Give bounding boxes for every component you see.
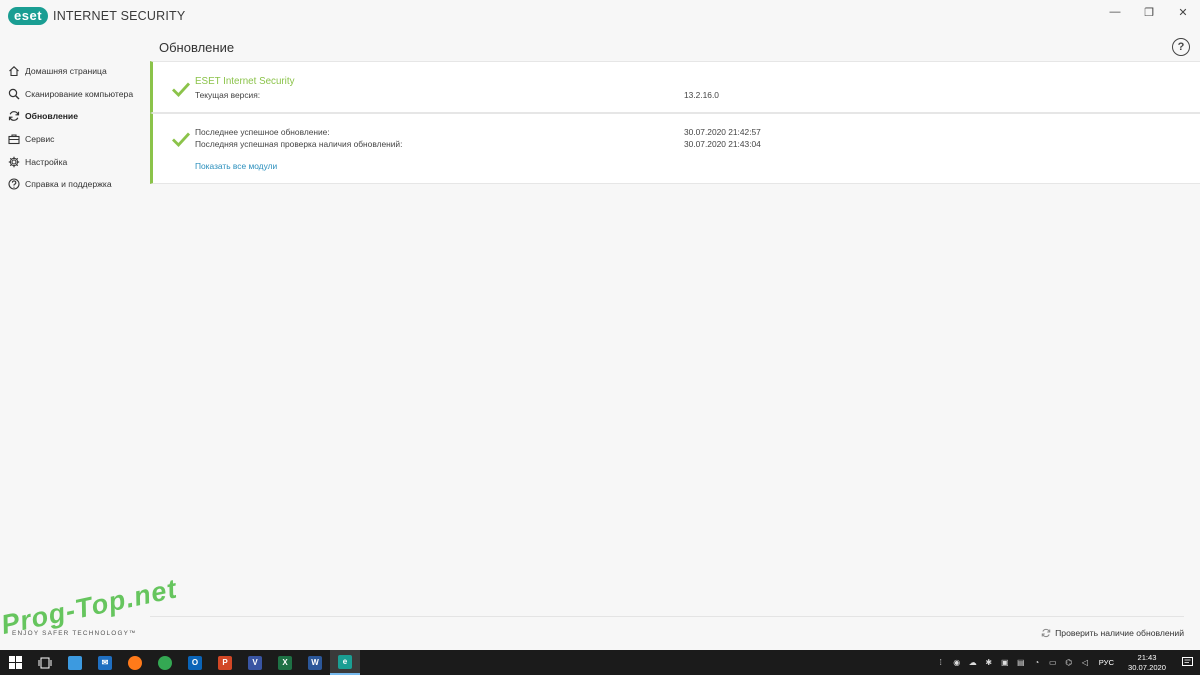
- windows-icon: [8, 656, 22, 669]
- update-status-panel: Последнее успешное обновление: 30.07.202…: [150, 113, 1200, 184]
- sidebar-item-help[interactable]: Справка и поддержка: [0, 173, 150, 196]
- sidebar-item-update[interactable]: Обновление: [0, 105, 150, 128]
- tray-eset-icon[interactable]: ◉: [950, 656, 963, 669]
- tray-battery-icon[interactable]: ▭: [1046, 656, 1059, 669]
- tray-app2-icon[interactable]: ◔: [1030, 656, 1043, 669]
- sidebar-item-label: Настройка: [25, 156, 68, 167]
- taskbar: ✉ O P V X We ⁞ ◉ ☁ ✱ ▣ ▤ ◔ ▭ ⌬ ◁ РУС 21:43 30…: [0, 650, 1200, 675]
- sidebar-item-home[interactable]: Домашняя страница: [0, 60, 150, 83]
- sidebar-nav: Домашняя страница Сканирование компьютер…: [0, 60, 150, 196]
- eset-logo-badge: eset: [8, 7, 49, 25]
- sidebar-item-label: Домашняя страница: [25, 66, 107, 77]
- last-update-label: Последнее успешное обновление:: [195, 127, 330, 137]
- sidebar-item-tools[interactable]: Сервис: [0, 128, 150, 151]
- sidebar-item-label: Справка и поддержка: [25, 179, 112, 190]
- page-title: Обновление: [159, 40, 235, 55]
- mail-app-button[interactable]: ✉: [90, 650, 120, 675]
- help-icon: [7, 178, 20, 191]
- system-tray: ⁞ ◉ ☁ ✱ ▣ ▤ ◔ ▭ ⌬ ◁ РУС 21:43 30.07.2020: [933, 650, 1200, 675]
- chrome-app-icon: [158, 655, 172, 670]
- product-name: ESET Internet Security: [195, 76, 295, 87]
- sidebar-item-setup[interactable]: Настройка: [0, 150, 150, 173]
- sidebar-item-label: Сканирование компьютера: [25, 88, 134, 99]
- last-check-label: Последняя успешная проверка наличия обно…: [195, 139, 403, 149]
- app-title: INTERNET SECURITY: [53, 9, 186, 23]
- notification-center-button[interactable]: [1174, 650, 1200, 675]
- language-indicator[interactable]: РУС: [1099, 658, 1114, 667]
- start-button[interactable]: [0, 650, 30, 675]
- briefcase-icon: [7, 133, 20, 146]
- checkmark-icon: [172, 82, 191, 97]
- eset-app-icon: e: [338, 654, 352, 669]
- version-label: Текущая версия:: [195, 90, 261, 100]
- outlook-app-icon: O: [188, 655, 202, 670]
- version-value: 13.2.16.0: [684, 90, 719, 100]
- explorer-app-button[interactable]: [60, 650, 90, 675]
- visio-app-icon: V: [248, 655, 262, 670]
- excel-app-icon: X: [278, 655, 292, 670]
- clock-date: 30.07.2020: [1127, 662, 1166, 672]
- check-updates-label: Проверить наличие обновлений: [1055, 628, 1184, 638]
- chrome-app-button[interactable]: [150, 650, 180, 675]
- notification-icon: [1181, 657, 1193, 666]
- task-view-button[interactable]: [30, 650, 60, 675]
- explorer-app-icon: [68, 655, 82, 670]
- close-button[interactable]: ✕: [1166, 0, 1200, 24]
- home-icon: [7, 65, 20, 78]
- word-app-button[interactable]: W: [300, 650, 330, 675]
- tray-display-icon[interactable]: ▣: [998, 656, 1011, 669]
- restore-button[interactable]: ❐: [1132, 0, 1166, 24]
- clock-time: 21:43: [1137, 652, 1157, 662]
- outlook-app-button[interactable]: O: [180, 650, 210, 675]
- last-check-value: 30.07.2020 21:43:04: [684, 139, 761, 149]
- tray-bluetooth-icon[interactable]: ✱: [982, 656, 995, 669]
- refresh-icon: [7, 110, 20, 123]
- check-updates-button[interactable]: Проверить наличие обновлений: [1041, 628, 1184, 638]
- task-view-icon: [38, 657, 52, 668]
- word-app-icon: W: [308, 655, 322, 670]
- firefox-app-icon: [128, 655, 142, 670]
- powerpoint-app-icon: P: [218, 655, 232, 670]
- tray-app-icon[interactable]: ⁞: [934, 656, 947, 669]
- checkmark-icon: [172, 132, 191, 147]
- tray-cloud-icon[interactable]: ☁: [966, 656, 979, 669]
- gear-icon: [7, 155, 20, 168]
- show-modules-link[interactable]: Показать все модули: [195, 161, 277, 171]
- search-icon: [7, 87, 20, 100]
- sidebar-item-scan[interactable]: Сканирование компьютера: [0, 83, 150, 106]
- last-update-value: 30.07.2020 21:42:57: [684, 127, 761, 137]
- excel-app-button[interactable]: X: [270, 650, 300, 675]
- help-button[interactable]: ?: [1172, 38, 1190, 56]
- product-status-panel: ESET Internet Security Текущая версия: 1…: [150, 61, 1200, 113]
- footer-divider: [150, 616, 1184, 617]
- powerpoint-app-button[interactable]: P: [210, 650, 240, 675]
- clock[interactable]: 21:43 30.07.2020: [1128, 653, 1166, 673]
- app-logo: eset INTERNET SECURITY: [8, 6, 185, 26]
- tray-monitor-icon[interactable]: ▤: [1014, 656, 1027, 669]
- eset-app-button[interactable]: e: [330, 650, 360, 675]
- tray-network-icon[interactable]: ⌬: [1062, 656, 1075, 669]
- refresh-icon: [1041, 628, 1051, 638]
- sidebar-item-label: Обновление: [25, 111, 78, 122]
- firefox-app-button[interactable]: [120, 650, 150, 675]
- window-controls: — ❐ ✕: [1098, 0, 1200, 24]
- minimize-button[interactable]: —: [1098, 0, 1132, 24]
- sidebar-item-label: Сервис: [25, 134, 55, 145]
- visio-app-button[interactable]: V: [240, 650, 270, 675]
- mail-app-icon: ✉: [98, 655, 112, 670]
- tray-volume-icon[interactable]: ◁: [1078, 656, 1091, 669]
